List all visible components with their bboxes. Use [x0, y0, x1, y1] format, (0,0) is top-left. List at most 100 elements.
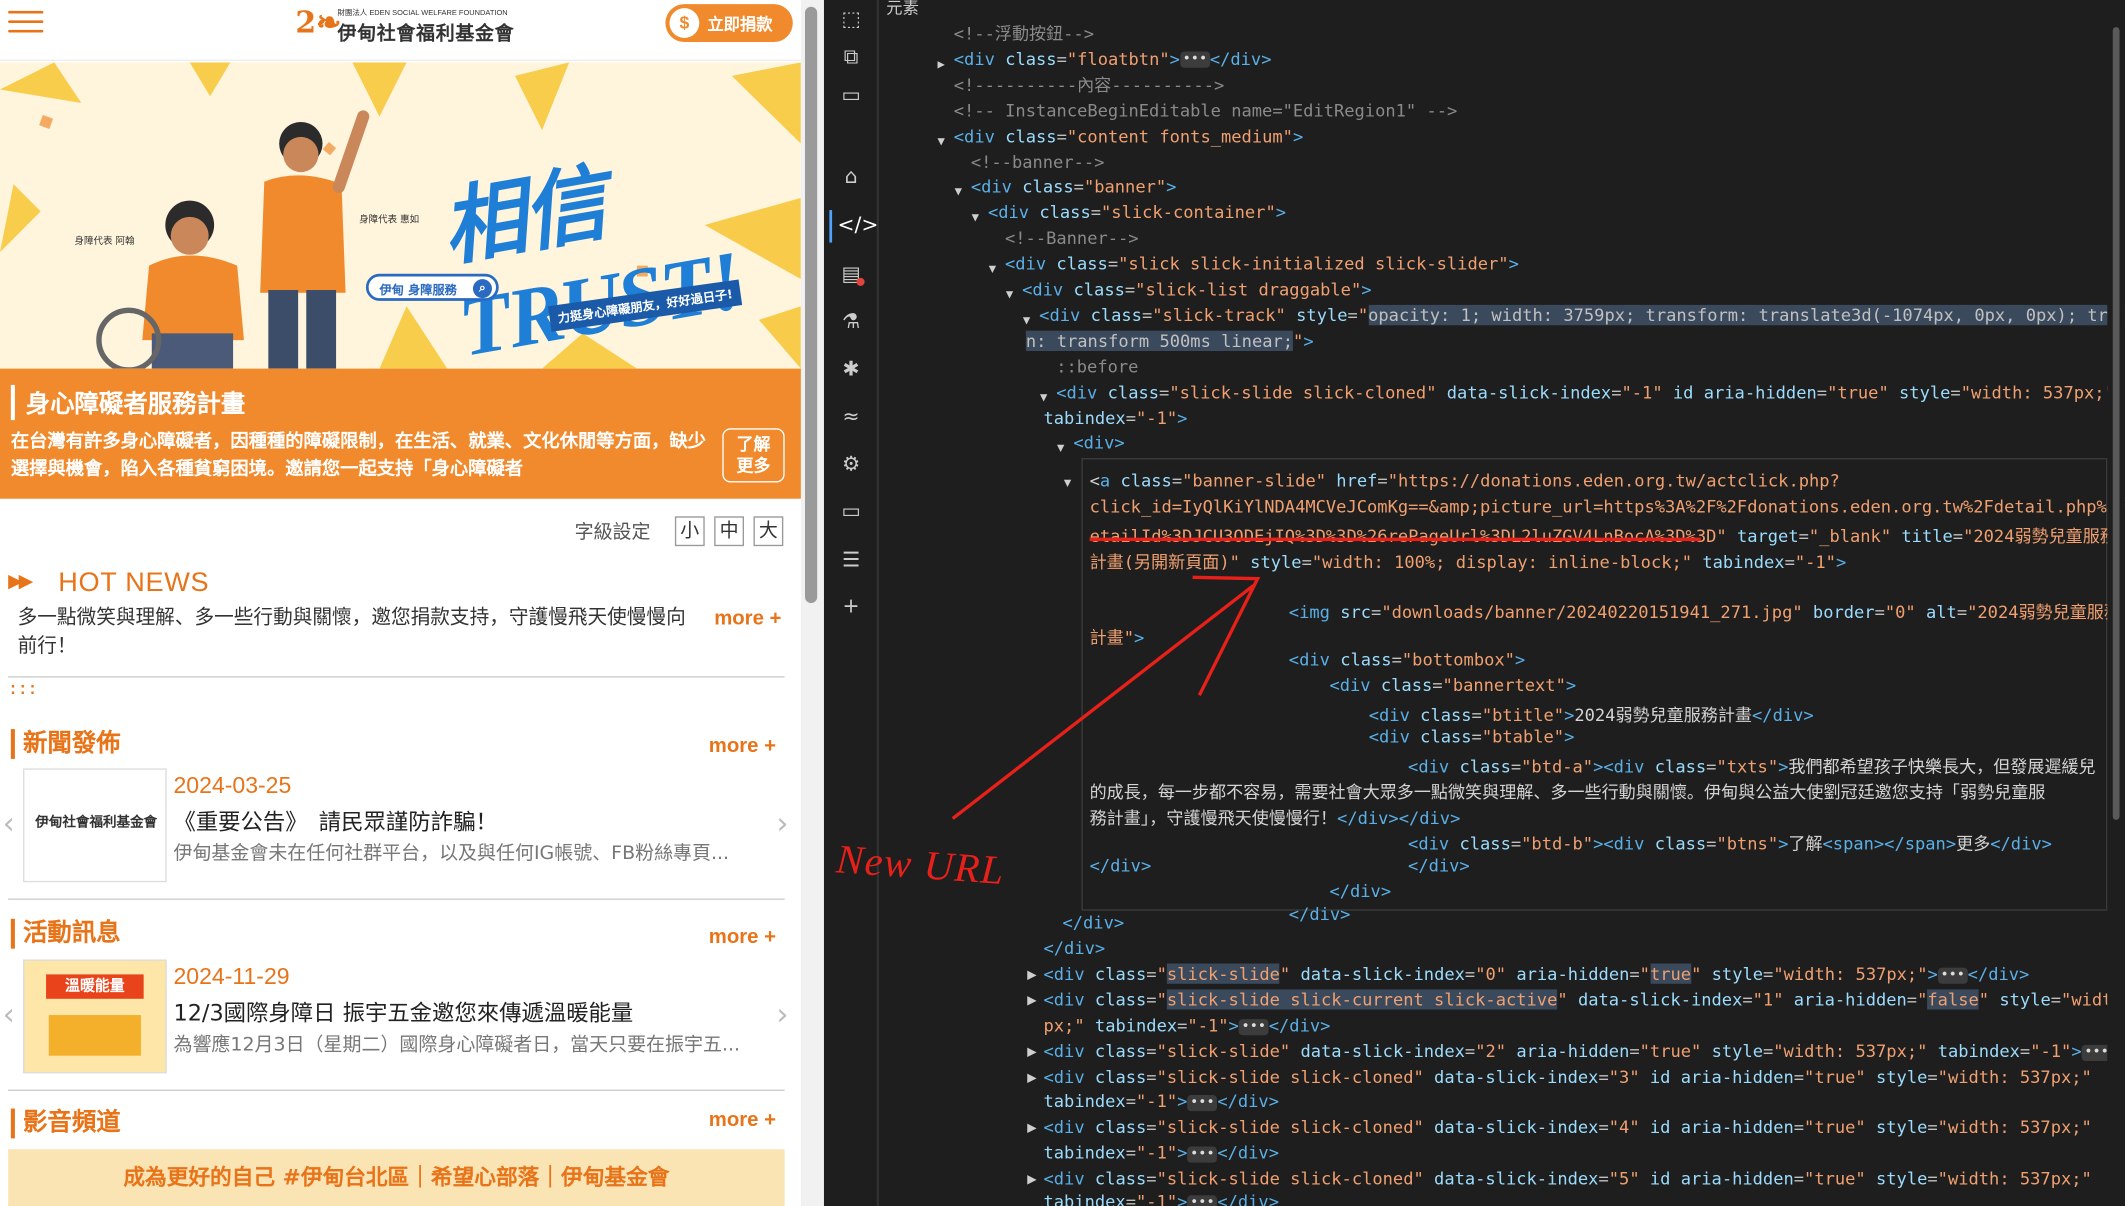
site-logo[interactable]: 2❧ 財團法人 EDEN SOCIAL WELFARE FOUNDATION 伊… [295, 3, 513, 52]
collapse-triangle-icon[interactable]: ▶ [1027, 969, 1036, 983]
edit-html-line[interactable]: <div class="bannertext"> [1329, 675, 1576, 695]
dom-node-line[interactable]: <div class="banner"> [971, 175, 1177, 201]
dom-node-line[interactable]: <!--浮動按鈕--> [954, 22, 1094, 48]
chevron-left-icon[interactable]: ‹ [3, 999, 15, 1033]
expand-triangle-icon[interactable]: ▼ [1057, 437, 1064, 463]
font-size-medium-button[interactable]: 中 [714, 516, 745, 547]
edit-html-line[interactable]: </div> [1329, 881, 1391, 901]
dom-node-line[interactable]: <div class="slick slick-initialized slic… [1005, 252, 1519, 278]
chevron-right-icon[interactable]: › [777, 999, 789, 1033]
inspect-icon[interactable]: ⬚ [838, 5, 865, 32]
edit-html-line[interactable]: click_id=IyQlKiYlNDA4MCVeJComKg==&amp;pi… [1090, 496, 2125, 516]
edit-html-line[interactable]: etailId%3DJCU3ODEjIQ%3D%3D%26rePageUrl%3… [1090, 522, 2117, 548]
dom-node-line[interactable]: <div class="floatbtn"> ••• </div> [954, 47, 1272, 73]
collapse-triangle-icon[interactable]: ▶ [1027, 1122, 1036, 1136]
dom-node-line[interactable]: <div class="slick-track" style="opacity:… [1039, 303, 2125, 329]
network-icon[interactable]: ≈ [838, 402, 865, 429]
dom-node-line[interactable]: tabindex="-1"> ••• </div> [1044, 1191, 2108, 1206]
dom-node-line[interactable]: ::before [1056, 355, 1138, 381]
edit-html-line[interactable]: <img src="downloads/banner/2024022015194… [1289, 598, 2121, 624]
dom-node-line[interactable]: <!--banner--> [971, 150, 1105, 176]
edit-html-line[interactable]: 計畫(另開新頁面)" style="width: 100%; display: … [1090, 548, 1847, 574]
expand-triangle-icon[interactable]: ▼ [1006, 283, 1013, 309]
collapse-triangle-icon[interactable]: ▶ [1027, 995, 1036, 1009]
scrollbar-thumb[interactable] [2112, 27, 2120, 820]
dom-node-line[interactable]: <div class="slick-slide" data-slick-inde… [1044, 1041, 2108, 1061]
dom-node-line[interactable]: <!----------內容----------> [954, 73, 1224, 99]
device-icon[interactable]: ⧉ [838, 43, 865, 70]
dom-node-line[interactable]: <div class="slick-slide slick-current sl… [1044, 989, 2107, 1010]
scrollbar-thumb[interactable] [804, 6, 818, 604]
donate-button[interactable]: $ 立即捐款 [665, 4, 793, 43]
edit-html-line[interactable]: 的成長，每一步都不容易，需要社會大眾多一點微笑與理解、多一些行動與關懷。伊甸與公… [1090, 778, 2046, 804]
hot-news-arrow-icon: ▶▶ [8, 570, 33, 593]
hero-banner[interactable]: 身障代表 阿翰 身障代表 惠如 相信 TRUST! 力挺身心障礙朋友，好好過日子… [0, 62, 801, 369]
home-icon[interactable]: ⌂ [838, 163, 865, 190]
window-icon[interactable]: ▭ [838, 81, 865, 108]
news-more-link[interactable]: more + [709, 735, 776, 758]
edit-html-line[interactable]: <div class="bottombox"> [1289, 649, 1525, 669]
news-thumbnail[interactable]: 伊甸社會福利基金會 [23, 768, 167, 883]
dom-node-line[interactable]: tabindex="-1"> ••• </div> [1044, 1091, 2108, 1111]
news-headline[interactable]: 《重要公告》 請民眾謹防詐騙！ [173, 804, 497, 837]
collapse-triangle-icon[interactable]: ▶ [1027, 1046, 1036, 1060]
dom-node-line[interactable]: </div> [1062, 912, 2107, 932]
dom-node-line[interactable]: </div> [1044, 938, 2108, 958]
expand-triangle-icon[interactable]: ▼ [1064, 472, 1071, 498]
dom-node-line[interactable]: n: transform 500ms linear;"> [1025, 329, 1314, 355]
hamburger-menu-icon[interactable] [8, 10, 44, 35]
events-more-link[interactable]: more + [709, 926, 776, 949]
chevron-left-icon[interactable]: ‹ [3, 808, 15, 842]
expand-triangle-icon[interactable]: ▼ [938, 130, 945, 156]
chevron-right-icon[interactable]: › [777, 808, 789, 842]
website-scrollbar[interactable] [800, 0, 824, 1206]
collapse-triangle-icon[interactable]: ▶ [1027, 1072, 1036, 1086]
elements-icon[interactable]: </> [838, 211, 879, 238]
dom-node-line[interactable]: <!--Banner--> [1005, 227, 1139, 253]
dom-node-line[interactable]: <div class="slick-container"> [988, 201, 1286, 227]
expand-triangle-icon[interactable]: ▼ [989, 258, 996, 284]
edit-html-line[interactable]: 務計畫」，守護慢飛天使慢慢行！</div></div> [1090, 804, 1461, 830]
expand-triangle-icon[interactable]: ▼ [972, 206, 979, 232]
edit-html-line[interactable]: <div class="btitle">2024弱勢兒童服務計畫</div> [1369, 701, 1814, 727]
edit-html-line[interactable]: </div> [1090, 855, 1152, 875]
edit-html-line[interactable]: 計畫"> [1090, 623, 1145, 649]
edit-html-line[interactable]: <div class="btd-b"><div class="btns">了解<… [1408, 829, 2052, 855]
event-headline[interactable]: 12/3國際身障日 振宇五金邀您來傳遞溫暖能量 [173, 995, 633, 1028]
debugger-icon[interactable]: ✱ [838, 355, 865, 382]
dom-node-line[interactable]: <div class="slick-slide slick-cloned" da… [1056, 380, 2115, 406]
edit-html-line[interactable]: <div class="btable"> [1369, 726, 1575, 746]
memory-icon[interactable]: ☰ [838, 546, 865, 573]
font-size-large-button[interactable]: 大 [753, 516, 784, 547]
dom-node-line[interactable]: <div class="content fonts_medium"> [954, 124, 1303, 150]
settings-gear-icon[interactable]: ⚙ [838, 450, 865, 477]
dom-node-line[interactable]: <!-- InstanceBeginEditable name="EditReg… [954, 99, 1457, 125]
edit-html-line[interactable]: </div> [1408, 855, 1470, 875]
performance-icon[interactable]: ⚗ [838, 308, 865, 335]
video-more-link[interactable]: more + [709, 1109, 776, 1132]
dom-node-line[interactable]: <div class="slick-slide slick-cloned" da… [1044, 1067, 2108, 1087]
application-icon[interactable]: ▭ [838, 497, 865, 524]
add-icon[interactable]: + [838, 592, 865, 619]
dom-node-line[interactable]: <div class="slick-slide slick-cloned" da… [1044, 1168, 2108, 1188]
hot-news-more-link[interactable]: more + [714, 607, 781, 630]
dom-node-line[interactable]: tabindex="-1"> ••• </div> [1044, 1142, 2108, 1162]
event-thumbnail[interactable]: 溫暖能量 [23, 959, 167, 1074]
dom-node-line[interactable]: <div class="slick-slide slick-cloned" da… [1044, 1117, 2108, 1137]
dom-node-line[interactable]: <div> [1073, 431, 1124, 457]
devtools-scrollbar[interactable] [2107, 0, 2125, 1206]
learn-more-button[interactable]: 了解 更多 [722, 428, 785, 483]
element-edit-popup[interactable]: <a class="banner-slide" href="https://do… [1081, 458, 2125, 924]
website-viewport: 2❧ 財團法人 EDEN SOCIAL WELFARE FOUNDATION 伊… [0, 0, 801, 1206]
collapse-triangle-icon[interactable]: ▶ [938, 53, 945, 79]
dom-node-line[interactable]: px;" tabindex="-1"> ••• </div> [1044, 1015, 2108, 1035]
font-size-small-button[interactable]: 小 [674, 516, 705, 547]
dom-node-line[interactable]: <div class="slick-slide" data-slick-inde… [1044, 963, 2108, 984]
collapse-triangle-icon[interactable]: ▶ [1027, 1174, 1036, 1188]
expand-triangle-icon[interactable]: ▼ [955, 181, 962, 207]
video-title-bar[interactable]: 成為更好的自己 #伊甸台北區｜希望心部落｜伊甸基金會 [8, 1149, 785, 1206]
dom-node-line[interactable]: tabindex="-1"> [1044, 406, 1188, 432]
edit-html-line[interactable]: <div class="btd-a"><div class="txts">我們都… [1408, 752, 2096, 778]
dom-node-line[interactable]: <div class="slick-list draggable"> [1022, 278, 1371, 304]
edit-html-line[interactable]: <a class="banner-slide" href="https://do… [1090, 470, 1840, 490]
